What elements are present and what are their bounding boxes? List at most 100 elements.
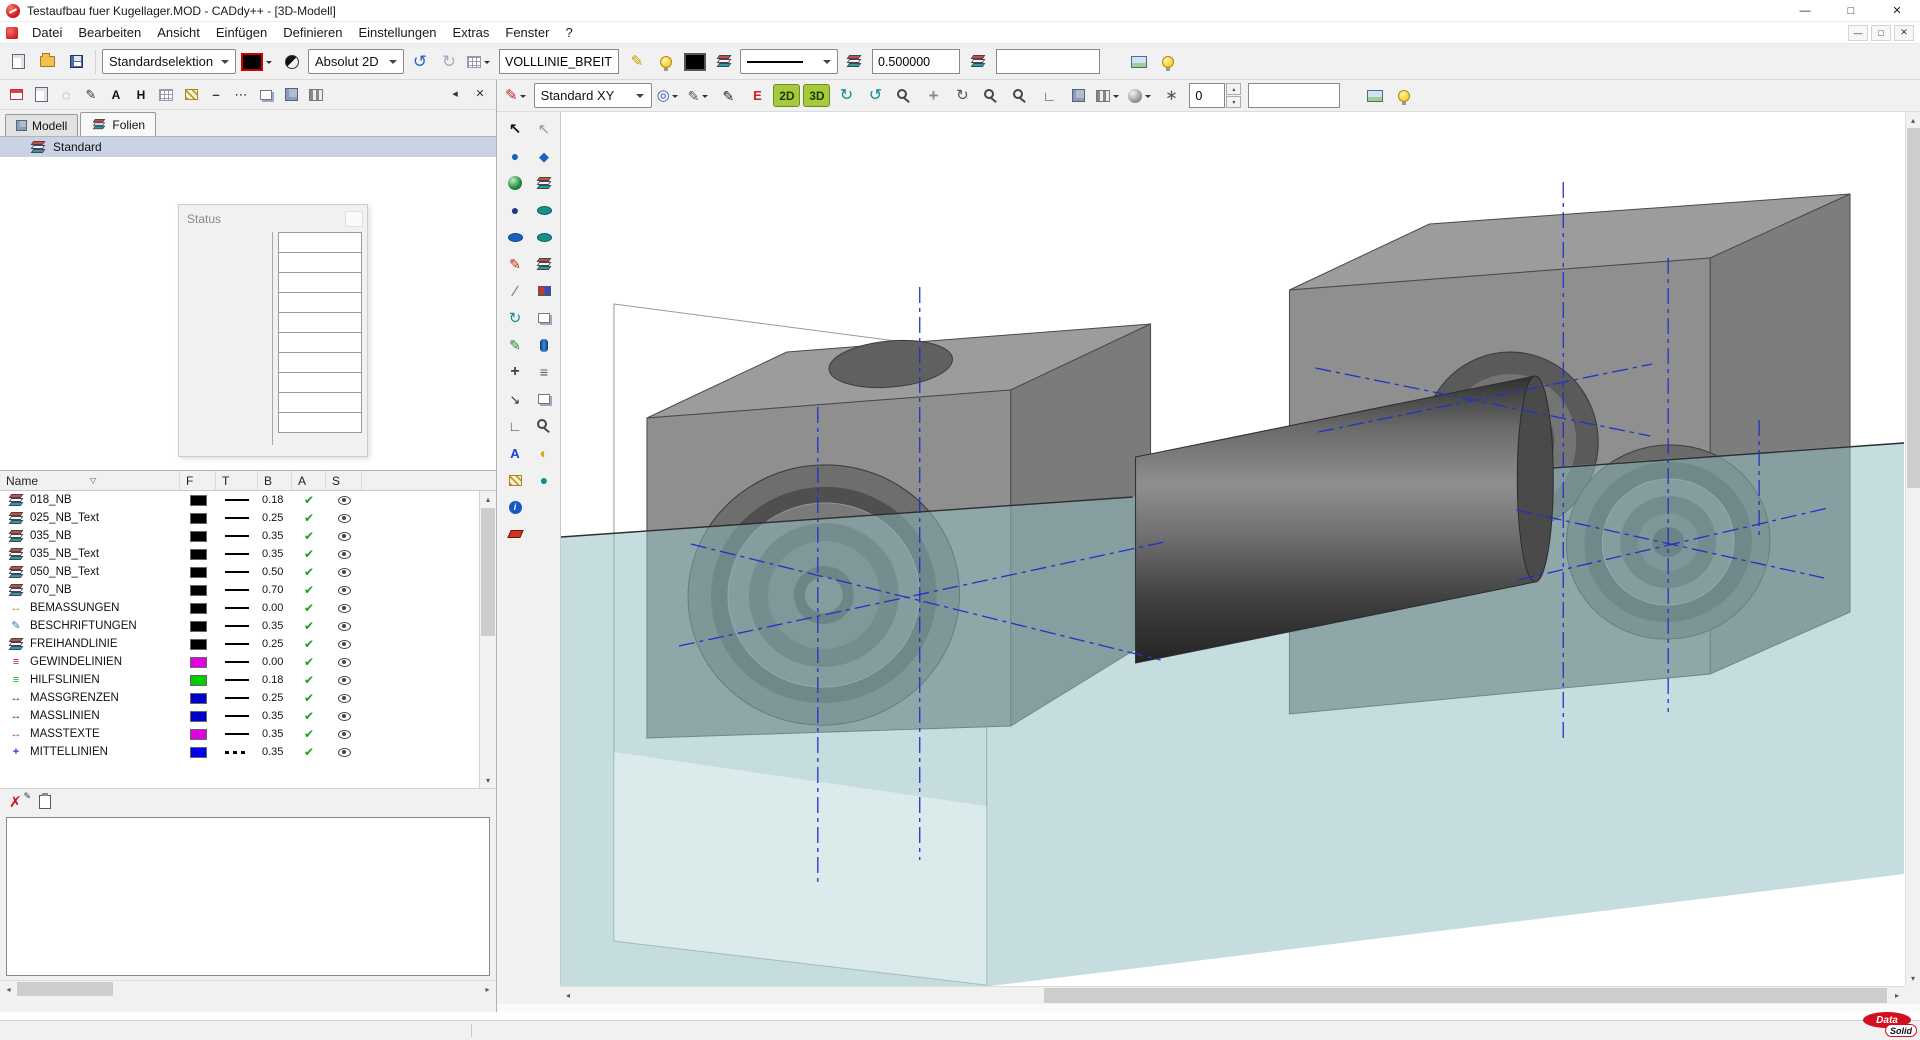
coordinate-mode-select[interactable]: Absolut 2D	[308, 49, 404, 74]
layer-color-swatch[interactable]	[190, 693, 207, 704]
layer-active-check[interactable]: ✔	[304, 566, 314, 578]
edit-pen-icon[interactable]: ✎	[715, 82, 741, 109]
star-icon[interactable]: ∗	[1158, 82, 1184, 109]
status-field[interactable]	[278, 252, 362, 273]
help-bulb-icon[interactable]	[1155, 48, 1181, 75]
layer-stack-icon-2[interactable]	[841, 48, 867, 75]
layer-active-check[interactable]: ✔	[304, 494, 314, 506]
panel-horizontal-scrollbar[interactable]: ◂ ▸	[0, 980, 496, 997]
layer-visibility-eye[interactable]	[338, 658, 351, 667]
shading-mode-icon[interactable]	[1094, 82, 1123, 109]
disc-tool-icon[interactable]: ●	[502, 198, 528, 222]
layer-row[interactable]: 070_NB0.70✔	[0, 581, 479, 599]
grid-settings-icon[interactable]	[465, 48, 494, 75]
menu-bearbeiten[interactable]: Bearbeiten	[70, 22, 149, 43]
status-field[interactable]	[278, 232, 362, 253]
layer-color-swatch[interactable]	[190, 747, 207, 758]
folio-book-icon[interactable]	[531, 171, 557, 195]
clipboard-button[interactable]	[39, 795, 51, 809]
panel-window-icon[interactable]	[5, 84, 27, 106]
layer-color-swatch[interactable]	[190, 711, 207, 722]
ellipse-teal-icon-2[interactable]	[531, 225, 557, 249]
layer-visibility-eye[interactable]	[338, 694, 351, 703]
layer-color-swatch[interactable]	[190, 603, 207, 614]
layer-active-check[interactable]: ✔	[304, 656, 314, 668]
column-header-name[interactable]: Name ▽	[0, 471, 180, 490]
circle-tool-icon[interactable]: ●	[502, 144, 528, 168]
document-icon[interactable]	[6, 27, 18, 39]
view-select[interactable]: Standard XY	[534, 83, 652, 108]
zoom-extents-icon[interactable]	[891, 82, 917, 109]
cylinder-icon[interactable]	[531, 333, 557, 357]
layer-active-check[interactable]: ✔	[304, 674, 314, 686]
viewport-horizontal-scrollbar[interactable]: ◂ ▸	[560, 986, 1905, 1004]
layer-color-swatch[interactable]	[190, 675, 207, 686]
menu-einstellungen[interactable]: Einstellungen	[350, 22, 444, 43]
viewport-3d[interactable]	[560, 112, 1905, 986]
viewport-3d-canvas[interactable]	[561, 112, 1905, 986]
layer-visibility-eye[interactable]	[338, 550, 351, 559]
scrollbar-thumb[interactable]	[1044, 988, 1887, 1003]
new-document-icon[interactable]	[5, 48, 31, 75]
line-color-swatch[interactable]	[682, 48, 708, 75]
ellipse-teal-icon[interactable]	[531, 198, 557, 222]
layer-color-swatch[interactable]	[190, 531, 207, 542]
layer-active-check[interactable]: ✔	[304, 728, 314, 740]
layer-color-swatch[interactable]	[190, 513, 207, 524]
layer-visibility-eye[interactable]	[338, 568, 351, 577]
pan-icon[interactable]: +	[920, 82, 946, 109]
scrollbar-thumb[interactable]	[1907, 128, 1920, 488]
view-free-input[interactable]	[1246, 82, 1342, 109]
column-header-f[interactable]: F	[180, 471, 216, 490]
layer-stack-icon-3[interactable]	[965, 48, 991, 75]
layer-row[interactable]: 025_NB_Text0.25✔	[0, 509, 479, 527]
scroll-left-icon[interactable]: ◂	[0, 981, 17, 997]
column-header-s[interactable]: S	[326, 471, 362, 490]
diamond-tool-icon[interactable]: ◆	[531, 144, 557, 168]
zoom-out-icon[interactable]	[1007, 82, 1033, 109]
frame-icon[interactable]	[255, 84, 277, 106]
select-tool-icon[interactable]: ↖	[502, 117, 528, 141]
lasso-icon[interactable]: ◌	[55, 84, 77, 106]
layer-row[interactable]: 050_NB_Text0.50✔	[0, 563, 479, 581]
raster-icon[interactable]	[305, 84, 327, 106]
folio-book-icon-2[interactable]	[531, 252, 557, 276]
eraser-tool-icon[interactable]	[502, 522, 528, 546]
scrollbar-thumb[interactable]	[17, 982, 113, 996]
box-icon[interactable]	[280, 84, 302, 106]
stack-lines-icon[interactable]: ≡	[531, 360, 557, 384]
view-cube-icon[interactable]	[1065, 82, 1091, 109]
tree-item-standard[interactable]: Standard	[0, 137, 496, 157]
refresh-view-icon[interactable]: ↻	[833, 82, 859, 109]
draw-mode-icon[interactable]: ✎	[503, 82, 531, 109]
rotate-tool-icon[interactable]: ↻	[502, 306, 528, 330]
layer-visibility-eye[interactable]	[338, 640, 351, 649]
tab-folien[interactable]: Folien	[80, 112, 156, 136]
layer-color-swatch[interactable]	[190, 549, 207, 560]
column-header-b[interactable]: B	[258, 471, 292, 490]
layer-active-check[interactable]: ✔	[304, 512, 314, 524]
layer-table-scrollbar[interactable]: ▴ ▾	[479, 491, 496, 788]
image-export-icon[interactable]	[1126, 48, 1152, 75]
moon-icon[interactable]: ◐	[531, 441, 557, 465]
mode-3d-button[interactable]: 3D	[803, 84, 830, 107]
status-field[interactable]	[278, 372, 362, 393]
layer-visibility-eye[interactable]	[338, 676, 351, 685]
column-header-a[interactable]: A	[292, 471, 326, 490]
close-button[interactable]: ✕	[1874, 0, 1920, 21]
magnify-icon[interactable]	[531, 414, 557, 438]
zoom-in-icon[interactable]	[978, 82, 1004, 109]
status-field[interactable]	[278, 292, 362, 313]
help-bulb-icon[interactable]	[1391, 82, 1417, 109]
scroll-left-icon[interactable]: ◂	[560, 987, 576, 1004]
layer-active-check[interactable]: ✔	[304, 584, 314, 596]
info-tool-icon[interactable]	[502, 495, 528, 519]
minimize-button[interactable]: —	[1782, 0, 1828, 21]
viewport-vertical-scrollbar[interactable]: ▴ ▾	[1905, 112, 1920, 986]
menu-[interactable]: ?	[557, 22, 580, 43]
status-field[interactable]	[278, 352, 362, 373]
layer-color-swatch[interactable]	[190, 657, 207, 668]
layer-color-swatch[interactable]	[190, 585, 207, 596]
scroll-down-icon[interactable]: ▾	[1906, 970, 1920, 986]
scroll-right-icon[interactable]: ▸	[1889, 987, 1905, 1004]
